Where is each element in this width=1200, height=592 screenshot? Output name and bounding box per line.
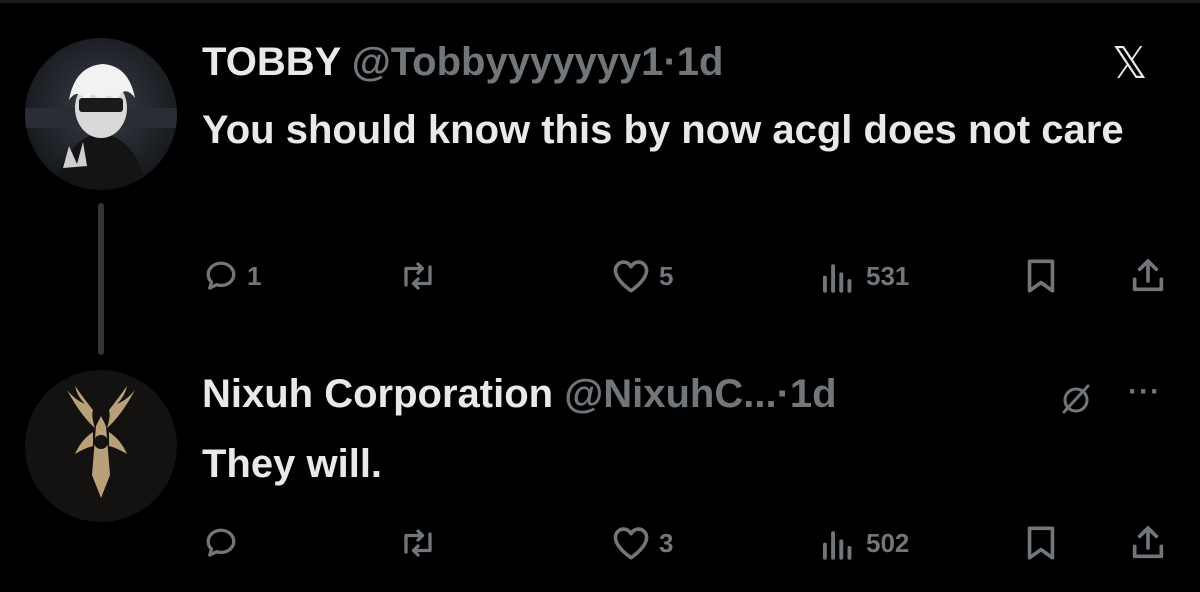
bookmark-icon — [1027, 526, 1055, 560]
post-header: TOBBY @Tobbyyyyyyy1·1d — [202, 38, 723, 86]
separator-dot: · — [663, 40, 677, 84]
share-icon — [1132, 526, 1164, 559]
reply-icon — [206, 528, 236, 557]
post-time[interactable]: 1d — [677, 40, 724, 84]
repost-button[interactable] — [398, 254, 446, 298]
reply-icon — [206, 261, 236, 290]
display-name[interactable]: TOBBY — [202, 40, 341, 84]
post-header: Nixuh Corporation @NixuhC...·1d — [202, 370, 837, 418]
heart-icon — [613, 260, 649, 293]
user-handle[interactable]: @NixuhC... — [564, 372, 776, 416]
reply-button[interactable]: 1 — [203, 254, 261, 298]
views-button[interactable]: 531 — [818, 254, 909, 298]
user-handle[interactable]: @Tobbyyyyyyy1 — [352, 40, 664, 84]
heart-icon — [613, 527, 649, 560]
post-actions: 3 502 — [0, 521, 1200, 565]
bookmark-icon — [1027, 259, 1055, 293]
avatar[interactable] — [25, 38, 177, 190]
like-button[interactable]: 5 — [611, 254, 673, 298]
more-icon[interactable]: ··· — [1128, 372, 1161, 412]
repost-icon — [404, 262, 432, 290]
mute-icon[interactable] — [1056, 378, 1096, 418]
post-actions: 1 5 531 — [0, 254, 1200, 298]
post-time[interactable]: 1d — [790, 372, 837, 416]
x-logo-icon[interactable]: 𝕏 — [1112, 40, 1147, 88]
top-divider — [0, 0, 1200, 3]
repost-icon — [404, 529, 432, 557]
separator-dot: · — [776, 372, 790, 416]
views-icon — [822, 264, 852, 293]
share-button[interactable] — [1128, 254, 1168, 298]
views-button[interactable]: 502 — [818, 521, 909, 565]
view-count: 531 — [866, 261, 910, 291]
avatar[interactable] — [25, 370, 177, 522]
post-text: You should know this by now acgl does no… — [202, 108, 1124, 152]
display-name[interactable]: Nixuh Corporation — [202, 372, 553, 416]
view-count: 502 — [866, 528, 910, 558]
share-icon — [1132, 259, 1164, 292]
bookmark-button[interactable] — [1023, 521, 1059, 565]
share-button[interactable] — [1128, 521, 1168, 565]
post-text: They will. — [202, 442, 383, 486]
like-count: 3 — [659, 528, 674, 558]
bookmark-button[interactable] — [1023, 254, 1059, 298]
reply-button[interactable] — [203, 521, 247, 565]
views-icon — [822, 531, 852, 560]
like-button[interactable]: 3 — [611, 521, 673, 565]
repost-button[interactable] — [398, 521, 446, 565]
like-count: 5 — [659, 261, 674, 291]
reply-count: 1 — [247, 261, 262, 291]
